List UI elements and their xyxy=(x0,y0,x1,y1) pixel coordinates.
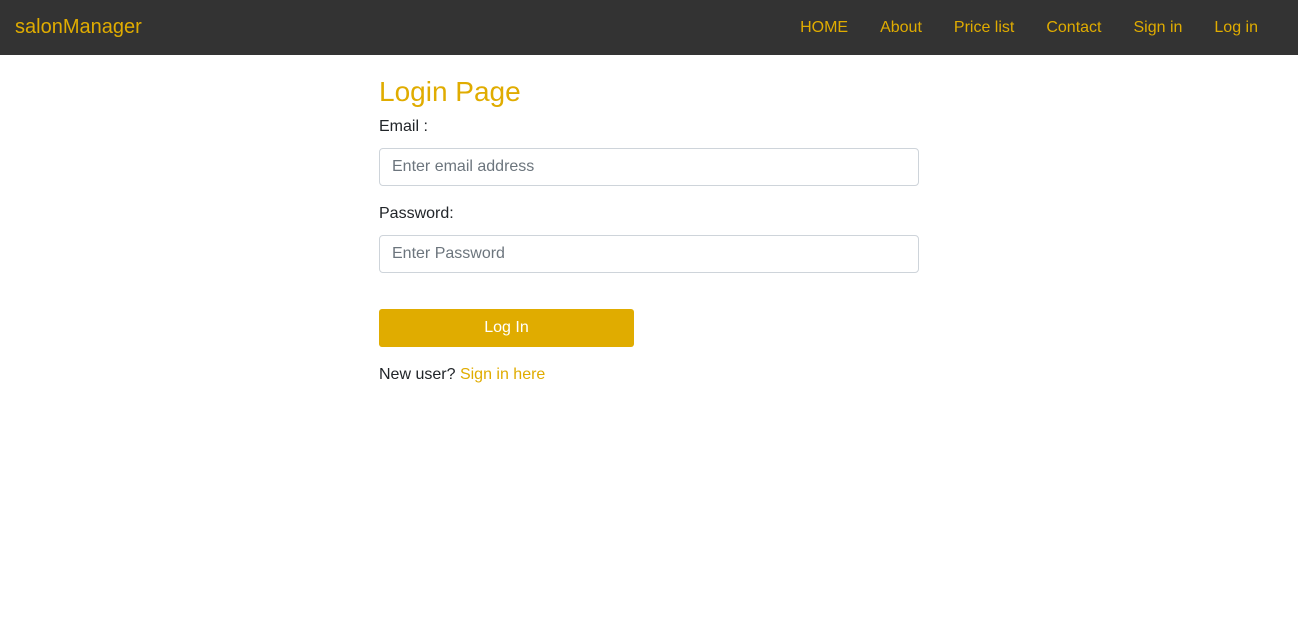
email-input[interactable] xyxy=(379,148,919,186)
email-label: Email : xyxy=(379,118,428,135)
password-input[interactable] xyxy=(379,235,919,273)
new-user-text: New user? xyxy=(379,366,456,383)
nav-link-sign-in[interactable]: Sign in xyxy=(1133,18,1182,38)
brand-logo-link[interactable]: salonManager xyxy=(15,14,142,40)
signup-prompt: New user? Sign in here xyxy=(379,365,919,385)
nav-link-log-in[interactable]: Log in xyxy=(1214,18,1258,38)
nav-link-contact[interactable]: Contact xyxy=(1046,18,1101,38)
top-navbar: salonManager HOME About Price list Conta… xyxy=(0,0,1298,55)
nav-links: HOME About Price list Contact Sign in Lo… xyxy=(768,0,1258,55)
page-title: Login Page xyxy=(379,76,521,107)
nav-link-price-list[interactable]: Price list xyxy=(954,18,1014,38)
login-form-container: Login Page Email : Password: Log In New … xyxy=(379,75,919,385)
sign-in-here-link[interactable]: Sign in here xyxy=(460,366,545,383)
password-label: Password: xyxy=(379,205,454,222)
login-button[interactable]: Log In xyxy=(379,309,634,347)
nav-link-about[interactable]: About xyxy=(880,18,922,38)
nav-link-home[interactable]: HOME xyxy=(800,18,848,38)
